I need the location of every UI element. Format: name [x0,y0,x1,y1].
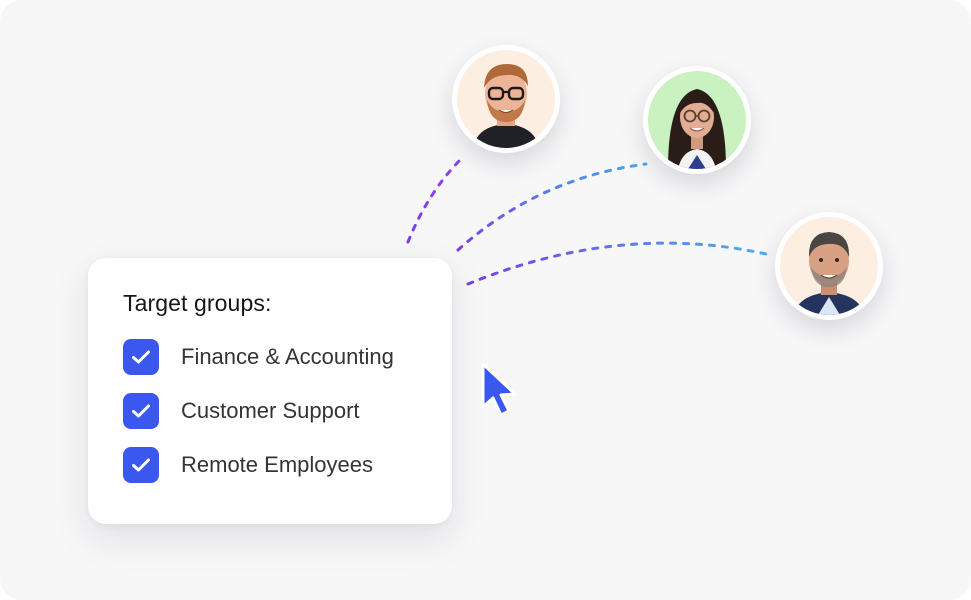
checkmark-icon [132,404,150,418]
group-item-remote-employees[interactable]: Remote Employees [123,447,452,483]
avatar-man-beard [775,212,883,320]
customer-support-checkbox[interactable] [123,393,159,429]
checkmark-icon [132,458,150,472]
man-beard-avatar-icon [780,217,878,315]
target-groups-list: Finance & Accounting Customer Support Re… [123,339,452,483]
group-item-customer-support[interactable]: Customer Support [123,393,452,429]
connector-line-3 [466,241,768,286]
connector-line-2 [456,162,648,252]
group-label: Finance & Accounting [181,344,394,369]
target-groups-card: Target groups: Finance & Accounting Cust… [88,258,452,524]
connector-line-1 [406,156,464,244]
man-glasses-avatar-icon [457,50,555,148]
remote-employees-checkbox[interactable] [123,447,159,483]
checkmark-icon [132,350,150,364]
woman-glasses-avatar-icon [648,71,746,169]
avatar-woman-glasses [643,66,751,174]
finance-checkbox[interactable] [123,339,159,375]
group-label: Remote Employees [181,452,373,477]
group-item-finance[interactable]: Finance & Accounting [123,339,452,375]
card-title: Target groups: [123,290,272,316]
onboarding-illustration: Target groups: Finance & Accounting Cust… [0,0,971,600]
mouse-pointer-icon [481,362,517,417]
avatar-man-glasses [452,45,560,153]
group-label: Customer Support [181,398,360,423]
